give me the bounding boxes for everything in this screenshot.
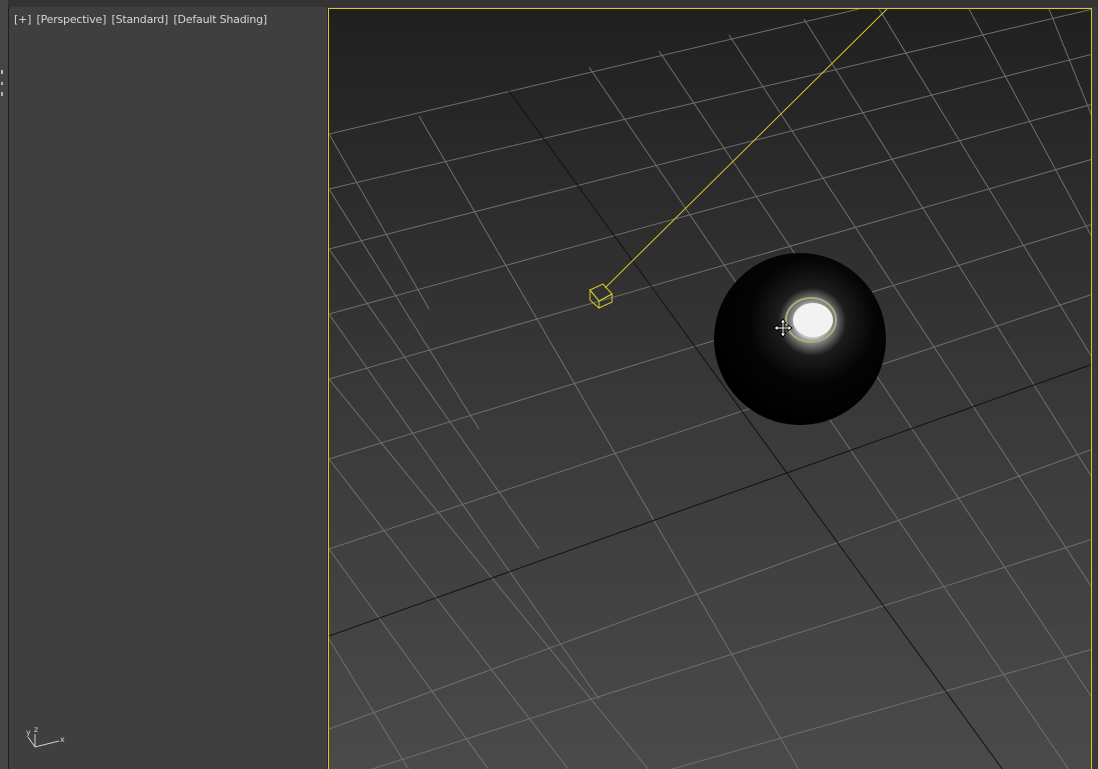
viewport-menu-plus[interactable]: [+] [14,13,33,26]
y-axis-label: y [26,728,31,737]
grid-line [329,378,649,769]
x-axis-label: x [60,735,65,744]
top-edge [8,0,1098,7]
viewport-menu-camera[interactable]: [Standard] [112,13,171,26]
cube-wireframe-icon[interactable] [589,283,613,310]
grid-line [329,294,1091,550]
grid-line [329,458,569,769]
grid-line [878,9,1091,357]
z-axis-label: z [34,725,38,734]
viewport-label[interactable]: [+] [Perspective] [Standard] [Default Sh… [14,13,269,26]
viewport-canvas[interactable] [329,9,1092,769]
specular-highlight [793,303,833,337]
strip-mark [1,70,3,74]
viewport-menu-shading[interactable]: [Default Shading] [173,13,269,26]
grid-line [670,649,1091,769]
grid-line [329,248,540,550]
y-axis-line [27,736,36,748]
grid-line [329,159,1091,380]
viewport-menu-view[interactable]: [Perspective] [37,13,109,26]
right-edge [1092,8,1098,769]
grid-line [329,104,1091,315]
grid-line [329,224,1091,460]
world-axis-line [508,90,1003,769]
strip-mark [1,92,3,96]
viewport-active[interactable] [328,8,1092,769]
grid [329,9,1091,769]
3d-editor: [+] [Perspective] [Standard] [Default Sh… [0,0,1098,769]
grid-line [418,115,799,769]
viewport-perspective-inactive[interactable]: [+] [Perspective] [Standard] [Default Sh… [9,7,328,769]
world-axis-line [329,364,1091,637]
side-toolbar-strip[interactable] [0,0,9,769]
grid-line [968,9,1091,237]
grid-line [329,548,489,769]
axis-gizmo-icon: x y z [26,725,65,748]
grid-line [370,539,1091,769]
strip-mark [1,82,3,85]
grid-line [329,449,1091,730]
x-axis-line [34,740,60,748]
grid-line [329,133,430,310]
grid-line [329,188,480,430]
grid-line [329,53,1091,250]
grid-line [329,313,600,700]
spotlight-target-line [604,9,888,289]
grid-line [329,9,1091,190]
